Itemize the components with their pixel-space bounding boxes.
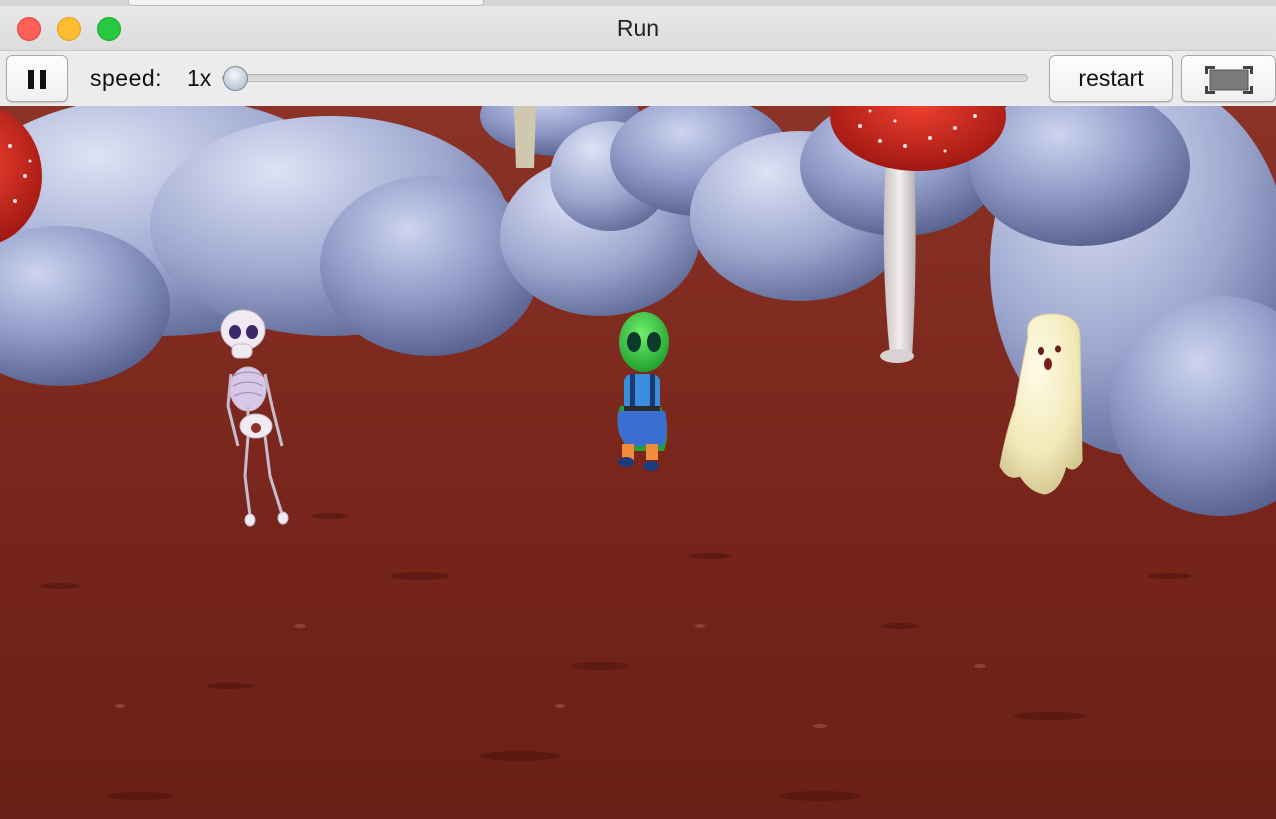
speed-slider-thumb[interactable]: [223, 66, 248, 91]
window-title: Run: [616, 15, 660, 41]
scene-viewport[interactable]: [0, 106, 1276, 819]
title-bar: Run: [0, 0, 1276, 51]
speed-label: speed:: [90, 65, 163, 91]
fullscreen-button[interactable]: [1181, 55, 1276, 102]
background-window-tab: [128, 0, 484, 6]
speed-value: 1x: [187, 65, 212, 91]
fullscreen-icon: [1205, 66, 1253, 94]
toolbar: speed: 1x restart: [0, 51, 1276, 106]
speed-slider-track[interactable]: [222, 74, 1028, 82]
mushroom-back: [514, 106, 536, 168]
restart-button[interactable]: restart: [1049, 55, 1173, 102]
pause-button[interactable]: [6, 55, 68, 102]
